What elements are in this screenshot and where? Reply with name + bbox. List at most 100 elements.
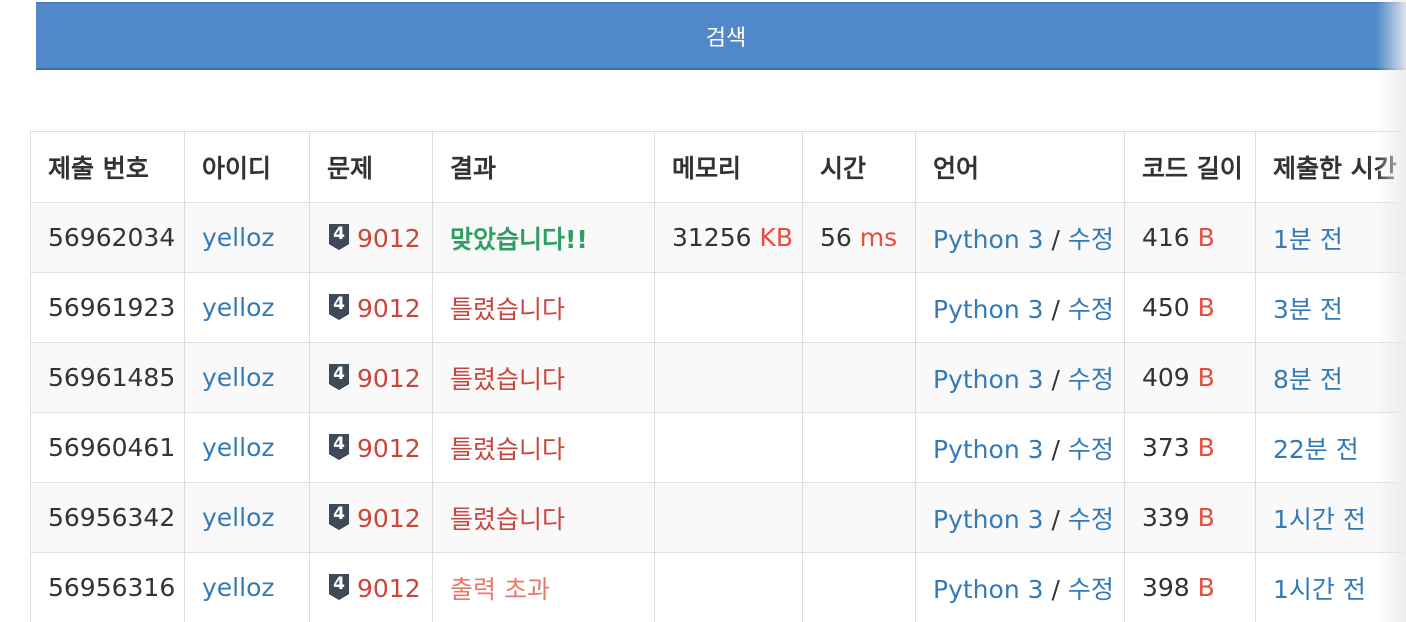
memory-cell — [654, 412, 803, 483]
problem-link[interactable]: 9012 — [357, 504, 421, 533]
edit-link[interactable]: 수정 — [1068, 365, 1114, 394]
language-link[interactable]: Python 3 — [933, 295, 1044, 324]
problem-cell: 4 9012 — [309, 342, 433, 413]
tier-badge-icon: 4 — [327, 222, 351, 250]
user-cell: yelloz — [184, 272, 310, 343]
problem-link[interactable]: 9012 — [357, 294, 421, 323]
memory-cell — [654, 552, 803, 622]
submitted-time-link[interactable]: 1시간 전 — [1273, 575, 1366, 604]
submitted-time-link[interactable]: 8분 전 — [1273, 365, 1343, 394]
result-cell: 틀렸습니다 — [432, 342, 655, 413]
time-cell — [802, 482, 916, 553]
user-link[interactable]: yelloz — [202, 433, 275, 462]
result-cell: 출력 초과 — [432, 552, 655, 622]
code-length-cell: 450 B — [1124, 272, 1256, 343]
edit-link[interactable]: 수정 — [1068, 295, 1114, 324]
submission-status-page: 검색 제출 번호 아이디 문제 결과 메모리 시간 언어 코드 길이 제출한 시… — [0, 0, 1406, 622]
language-cell: Python 3 / 수정 — [915, 412, 1125, 483]
code-length-value: 416 — [1142, 223, 1190, 252]
submitted-time-link[interactable]: 22분 전 — [1273, 435, 1359, 464]
result-cell: 틀렸습니다 — [432, 272, 655, 343]
submission-id: 56961485 — [30, 342, 185, 413]
submission-id: 56956342 — [30, 482, 185, 553]
result-text[interactable]: 틀렸습니다 — [450, 505, 565, 534]
code-length-unit: B — [1197, 573, 1215, 602]
edit-link[interactable]: 수정 — [1068, 225, 1114, 254]
language-link[interactable]: Python 3 — [933, 435, 1044, 464]
problem-link[interactable]: 9012 — [357, 574, 421, 603]
header-user-id: 아이디 — [184, 131, 310, 203]
separator: / — [1043, 294, 1068, 324]
table-row: 56956342 yelloz 4 9012 틀렸습니다 Python 3 / 수정 33… — [30, 482, 1406, 553]
result-text[interactable]: 출력 초과 — [450, 575, 550, 604]
code-length-value: 373 — [1142, 433, 1190, 462]
tier-level: 4 — [333, 224, 345, 244]
submission-id: 56962034 — [30, 202, 185, 273]
result-text[interactable]: 틀렸습니다 — [450, 365, 565, 394]
time-cell — [802, 272, 916, 343]
user-link[interactable]: yelloz — [202, 573, 275, 602]
table-row: 56962034 yelloz 4 9012 맞았습니다!! 31256 KB 56 ms P… — [30, 202, 1406, 273]
memory-cell — [654, 272, 803, 343]
result-cell: 틀렸습니다 — [432, 482, 655, 553]
code-length-value: 409 — [1142, 363, 1190, 392]
result-text[interactable]: 틀렸습니다 — [450, 295, 565, 324]
language-link[interactable]: Python 3 — [933, 575, 1044, 604]
problem-link[interactable]: 9012 — [357, 224, 421, 253]
language-cell: Python 3 / 수정 — [915, 552, 1125, 622]
edit-link[interactable]: 수정 — [1068, 575, 1114, 604]
problem-link[interactable]: 9012 — [357, 364, 421, 393]
edit-link[interactable]: 수정 — [1068, 505, 1114, 534]
language-cell: Python 3 / 수정 — [915, 342, 1125, 413]
table-row: 56961923 yelloz 4 9012 틀렸습니다 Python 3 / 수정 45… — [30, 272, 1406, 343]
user-link[interactable]: yelloz — [202, 503, 275, 532]
memory-value: 31256 — [672, 223, 752, 252]
user-link[interactable]: yelloz — [202, 363, 275, 392]
tier-level: 4 — [333, 504, 345, 524]
code-length-cell: 416 B — [1124, 202, 1256, 273]
header-language: 언어 — [915, 131, 1125, 203]
header-time: 시간 — [802, 131, 916, 203]
tier-level: 4 — [333, 294, 345, 314]
language-link[interactable]: Python 3 — [933, 225, 1044, 254]
time-unit: ms — [859, 223, 898, 252]
header-problem: 문제 — [309, 131, 433, 203]
language-link[interactable]: Python 3 — [933, 505, 1044, 534]
problem-cell: 4 9012 — [309, 412, 433, 483]
user-link[interactable]: yelloz — [202, 223, 275, 252]
submitted-time-link[interactable]: 1분 전 — [1273, 225, 1343, 254]
code-length-value: 450 — [1142, 293, 1190, 322]
memory-cell — [654, 342, 803, 413]
language-cell: Python 3 / 수정 — [915, 482, 1125, 553]
code-length-unit: B — [1197, 293, 1215, 322]
result-cell: 맞았습니다!! — [432, 202, 655, 273]
tier-badge-icon: 4 — [327, 432, 351, 460]
code-length-unit: B — [1197, 223, 1215, 252]
user-link[interactable]: yelloz — [202, 293, 275, 322]
table-row: 56956316 yelloz 4 9012 출력 초과 Python 3 / 수정 39… — [30, 552, 1406, 622]
result-text[interactable]: 틀렸습니다 — [450, 435, 565, 464]
language-link[interactable]: Python 3 — [933, 365, 1044, 394]
code-length-unit: B — [1197, 503, 1215, 532]
language-cell: Python 3 / 수정 — [915, 272, 1125, 343]
memory-cell — [654, 482, 803, 553]
edit-link[interactable]: 수정 — [1068, 435, 1114, 464]
time-cell — [802, 552, 916, 622]
time-cell — [802, 342, 916, 413]
submission-id: 56961923 — [30, 272, 185, 343]
tier-badge-icon: 4 — [327, 362, 351, 390]
search-button[interactable]: 검색 — [36, 2, 1406, 70]
code-length-cell: 339 B — [1124, 482, 1256, 553]
submitted-time-link[interactable]: 3분 전 — [1273, 295, 1343, 324]
tier-badge-icon: 4 — [327, 572, 351, 600]
submitted-time-link[interactable]: 1시간 전 — [1273, 505, 1366, 534]
user-cell: yelloz — [184, 342, 310, 413]
table-row: 56961485 yelloz 4 9012 틀렸습니다 Python 3 / 수정 40… — [30, 342, 1406, 413]
time-value: 56 — [820, 223, 852, 252]
result-text[interactable]: 맞았습니다!! — [450, 225, 588, 254]
code-length-cell: 409 B — [1124, 342, 1256, 413]
tier-level: 4 — [333, 364, 345, 384]
header-submission-id: 제출 번호 — [30, 131, 185, 203]
problem-link[interactable]: 9012 — [357, 434, 421, 463]
tier-badge-icon: 4 — [327, 502, 351, 530]
